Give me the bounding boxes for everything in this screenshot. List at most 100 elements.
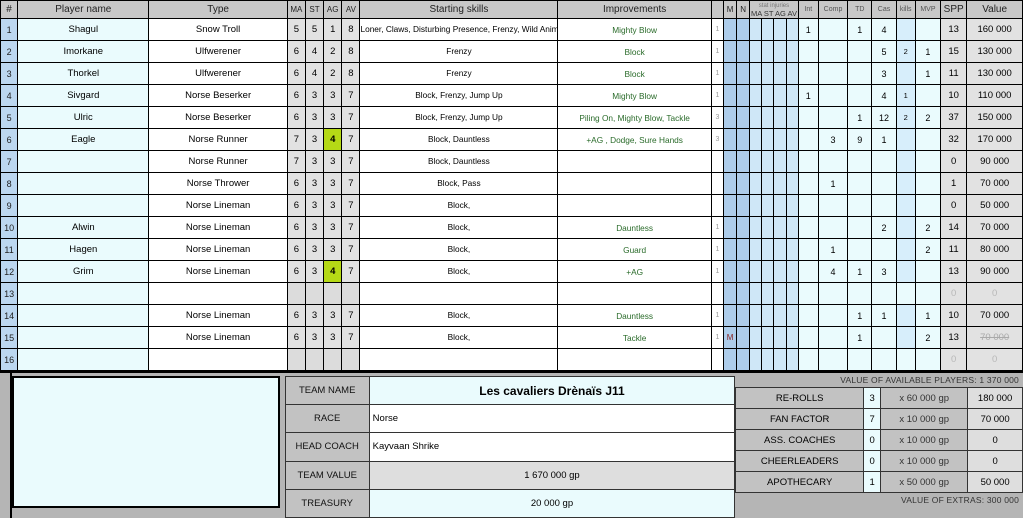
player-av-cell[interactable]: [341, 282, 361, 305]
player-value-cell[interactable]: 70 000: [966, 304, 1023, 327]
player-name-cell[interactable]: [17, 194, 150, 217]
player-type-cell[interactable]: Norse Lineman: [148, 194, 288, 217]
stat-injury-av-cell[interactable]: [785, 348, 799, 371]
player-st-cell[interactable]: 4: [304, 62, 325, 85]
kills-cell[interactable]: [895, 172, 916, 195]
interceptions-cell[interactable]: [797, 238, 819, 261]
player-av-cell[interactable]: 7: [341, 260, 361, 283]
starting-skills-cell[interactable]: [359, 348, 559, 371]
improvements-cell[interactable]: +AG: [557, 260, 712, 283]
miss-next-game-cell[interactable]: [722, 106, 738, 129]
touchdowns-cell[interactable]: [847, 216, 873, 239]
player-st-cell[interactable]: 3: [304, 326, 325, 349]
row-number-cell[interactable]: 9: [0, 194, 19, 217]
interceptions-cell[interactable]: [797, 172, 819, 195]
stat-injury-av-cell[interactable]: [785, 172, 799, 195]
player-type-cell[interactable]: [148, 348, 288, 371]
mvp-cell[interactable]: 1: [914, 40, 942, 63]
starting-skills-cell[interactable]: Frenzy: [359, 40, 559, 63]
improvements-cell[interactable]: Mighty Blow: [557, 84, 712, 107]
casualties-cell[interactable]: [871, 238, 897, 261]
casualties-cell[interactable]: 1: [871, 304, 897, 327]
kills-cell[interactable]: 1: [895, 84, 916, 107]
player-st-cell[interactable]: 4: [304, 40, 325, 63]
stat-injury-ag-cell[interactable]: [773, 304, 787, 327]
stat-injury-ag-cell[interactable]: [773, 40, 787, 63]
casualties-cell[interactable]: [871, 326, 897, 349]
skill-count-cell[interactable]: [710, 194, 725, 217]
extras-qty-input[interactable]: 0: [863, 450, 882, 472]
improvements-cell[interactable]: [557, 348, 712, 371]
stat-injury-st-cell[interactable]: [761, 18, 775, 41]
stat-injury-ag-cell[interactable]: [773, 106, 787, 129]
player-name-cell[interactable]: [17, 150, 150, 173]
interceptions-cell[interactable]: [797, 348, 819, 371]
row-number-cell[interactable]: 5: [0, 106, 19, 129]
player-av-cell[interactable]: 7: [341, 128, 361, 151]
table-row[interactable]: 5 Ulric Norse Beserker 6 3 3 7 Block, Frenzy, J…: [0, 106, 1023, 129]
notes-box[interactable]: [11, 376, 280, 508]
mvp-cell[interactable]: [914, 194, 942, 217]
player-name-cell[interactable]: Hagen: [17, 238, 150, 261]
mvp-cell[interactable]: 2: [914, 238, 942, 261]
stat-injury-ma-cell[interactable]: [749, 282, 763, 305]
table-row[interactable]: 4 Sivgard Norse Beserker 6 3 3 7 Block, Frenzy,…: [0, 84, 1023, 107]
player-name-cell[interactable]: Imorkane: [17, 40, 150, 63]
touchdowns-cell[interactable]: 1: [847, 260, 873, 283]
niggling-injury-cell[interactable]: [736, 62, 751, 85]
table-row[interactable]: 7 Norse Runner 7 3 3 7 Block, Dauntless 0 90 000: [0, 150, 1023, 173]
completions-cell[interactable]: [817, 40, 849, 63]
skill-count-cell[interactable]: 1: [710, 40, 725, 63]
row-number-cell[interactable]: 12: [0, 260, 19, 283]
touchdowns-cell[interactable]: 1: [847, 18, 873, 41]
niggling-injury-cell[interactable]: [736, 128, 751, 151]
player-name-cell[interactable]: Eagle: [17, 128, 150, 151]
spp-cell[interactable]: 13: [940, 260, 968, 283]
miss-next-game-cell[interactable]: M: [722, 326, 738, 349]
mvp-cell[interactable]: [914, 260, 942, 283]
improvements-cell[interactable]: [557, 282, 712, 305]
improvements-cell[interactable]: Guard: [557, 238, 712, 261]
niggling-injury-cell[interactable]: [736, 348, 751, 371]
player-name-cell[interactable]: [17, 326, 150, 349]
touchdowns-cell[interactable]: 1: [847, 106, 873, 129]
kills-cell[interactable]: [895, 18, 916, 41]
niggling-injury-cell[interactable]: [736, 172, 751, 195]
stat-injury-st-cell[interactable]: [761, 106, 775, 129]
player-ag-cell[interactable]: [323, 348, 343, 371]
completions-cell[interactable]: [817, 62, 849, 85]
skill-count-cell[interactable]: 1: [710, 260, 725, 283]
touchdowns-cell[interactable]: [847, 348, 873, 371]
completions-cell[interactable]: [817, 216, 849, 239]
kills-cell[interactable]: [895, 62, 916, 85]
starting-skills-cell[interactable]: Block,: [359, 326, 559, 349]
completions-cell[interactable]: [817, 326, 849, 349]
player-ma-cell[interactable]: 6: [286, 304, 306, 327]
head-coach-value[interactable]: Kayvaan Shrike: [368, 432, 736, 462]
kills-cell[interactable]: [895, 304, 916, 327]
niggling-injury-cell[interactable]: [736, 18, 751, 41]
player-ag-cell[interactable]: 3: [323, 238, 343, 261]
player-ma-cell[interactable]: 5: [286, 18, 306, 41]
spp-cell[interactable]: 0: [940, 282, 968, 305]
player-st-cell[interactable]: 3: [304, 216, 325, 239]
completions-cell[interactable]: 3: [817, 128, 849, 151]
stat-injury-ag-cell[interactable]: [773, 172, 787, 195]
kills-cell[interactable]: [895, 348, 916, 371]
improvements-cell[interactable]: Piling On, Mighty Blow, Tackle: [557, 106, 712, 129]
skill-count-cell[interactable]: 3: [710, 106, 725, 129]
stat-injury-st-cell[interactable]: [761, 348, 775, 371]
player-ma-cell[interactable]: 6: [286, 216, 306, 239]
stat-injury-ma-cell[interactable]: [749, 348, 763, 371]
spp-cell[interactable]: 15: [940, 40, 968, 63]
table-row[interactable]: 16 0 0: [0, 348, 1023, 371]
improvements-cell[interactable]: [557, 172, 712, 195]
completions-cell[interactable]: 1: [817, 172, 849, 195]
player-value-cell[interactable]: 110 000: [966, 84, 1023, 107]
touchdowns-cell[interactable]: 9: [847, 128, 873, 151]
interceptions-cell[interactable]: [797, 150, 819, 173]
player-ag-cell[interactable]: 3: [323, 172, 343, 195]
mvp-cell[interactable]: [914, 128, 942, 151]
stat-injury-av-cell[interactable]: [785, 282, 799, 305]
row-number-cell[interactable]: 14: [0, 304, 19, 327]
